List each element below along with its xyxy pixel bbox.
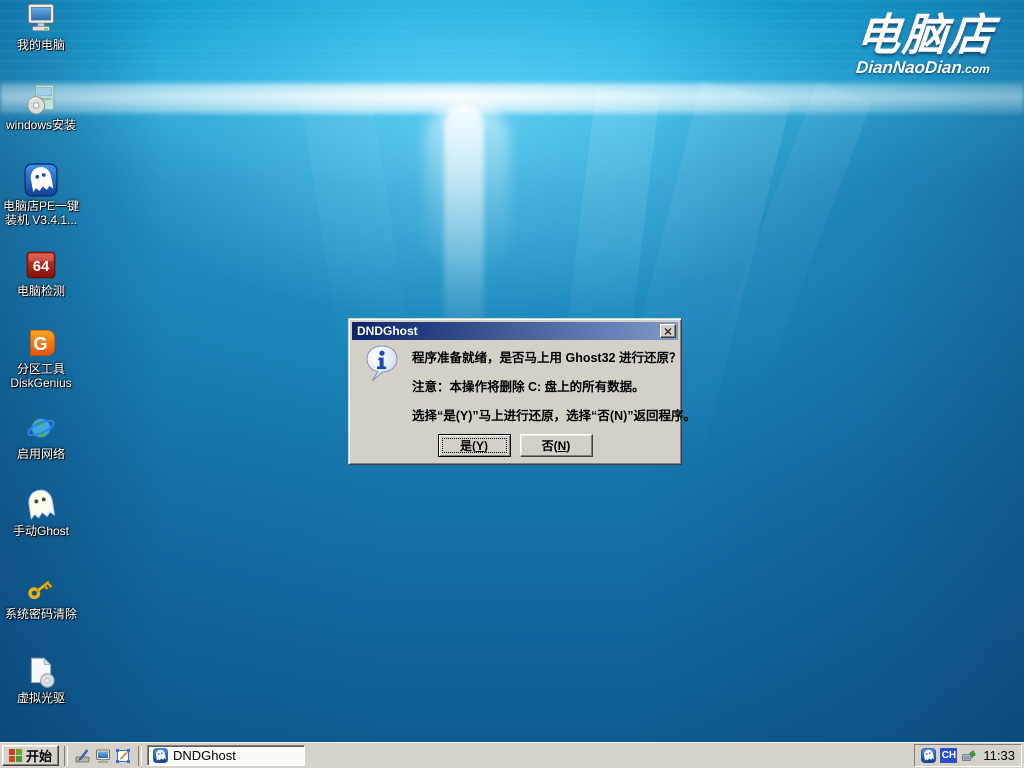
notepad-edit-icon (115, 748, 131, 764)
dialog-titlebar[interactable]: DNDGhost (352, 322, 678, 340)
pc-check-64-icon: 64 (24, 248, 58, 282)
taskbar-separator (64, 746, 68, 766)
no-button[interactable]: 否(N) (520, 434, 593, 457)
svg-text:G: G (33, 334, 47, 354)
brand-logo-title: 电脑店 (855, 12, 997, 60)
network-globe-icon (24, 411, 58, 445)
brand-logo: 电脑店 DianNaoDian.com (853, 12, 997, 77)
language-indicator[interactable]: CH (940, 748, 957, 763)
taskbar: 开始 DNDGhost CH (0, 742, 1024, 768)
clock[interactable]: 11:33 (983, 748, 1015, 763)
wallpaper-bubble-stream (425, 100, 510, 275)
close-icon (664, 328, 672, 335)
yes-button[interactable]: 是(Y) (438, 434, 511, 457)
start-icon (9, 749, 22, 762)
close-button[interactable] (660, 324, 676, 338)
desktop-icon-label: 电脑店PE一键 装机 V3.4.1... (3, 199, 79, 227)
tray-ghost-icon[interactable] (921, 748, 936, 763)
my-computer-icon (24, 2, 58, 36)
dialog-button-row: 是(Y) 否(N) (352, 434, 678, 457)
task-button-label: DNDGhost (173, 748, 236, 763)
desktop-icon-windows-install[interactable]: windows安装 (0, 82, 82, 132)
wallpaper-foam-band (0, 83, 1024, 114)
desktop-icon-diskgenius[interactable]: G 分区工具 DiskGenius (0, 326, 82, 390)
svg-text:64: 64 (33, 259, 50, 275)
desktop-icon-label: 虚拟光驱 (17, 691, 65, 705)
desktop-icon-my-computer[interactable]: 我的电脑 (0, 2, 82, 52)
desktop-icon-enable-network[interactable]: 启用网络 (0, 411, 82, 461)
white-ghost-icon (24, 488, 58, 522)
dialog-body: 程序准备就绪，是否马上用 Ghost32 进行还原？ 注意：本操作将删除 C: … (352, 340, 678, 461)
desktop-icon-password-clear[interactable]: 系统密码清除 (0, 571, 82, 621)
desktop-icon-label: 系统密码清除 (5, 607, 77, 621)
info-icon (365, 345, 399, 385)
desktop-icon-label: windows安装 (6, 118, 76, 132)
quicklaunch-editor-button[interactable] (113, 746, 133, 766)
dndghost-dialog: DNDGhost 程序准备就绪，是否马上用 Ghost32 进行还原？ 注意：本… (348, 318, 682, 465)
start-label: 开始 (26, 746, 52, 765)
dialog-message-line: 程序准备就绪，是否马上用 Ghost32 进行还原？ (412, 347, 681, 366)
system-tray: CH 11:33 (914, 744, 1022, 767)
monitor-icon (95, 748, 111, 764)
task-button-dndghost[interactable]: DNDGhost (147, 745, 305, 766)
dialog-message-line: 选择“是(Y)”马上进行还原，选择“否(N)”返回程序。 (412, 405, 696, 424)
ghost-tile-icon (24, 163, 58, 197)
taskbar-separator (138, 746, 142, 766)
desktop-icon-pc-check[interactable]: 64 电脑检测 (0, 248, 82, 298)
show-desktop-icon (75, 748, 91, 764)
dialog-message-line: 注意：本操作将删除 C: 盘上的所有数据。 (412, 376, 645, 395)
quicklaunch-show-desktop-button[interactable] (73, 746, 93, 766)
desktop-icon-label: 启用网络 (17, 447, 65, 461)
dialog-title: DNDGhost (357, 324, 660, 338)
desktop-icon-label: 手动Ghost (13, 524, 69, 538)
light-ray (675, 82, 872, 476)
brand-logo-domain: DianNaoDian.com (853, 60, 992, 77)
ghost-tile-icon (153, 748, 168, 763)
start-button[interactable]: 开始 (2, 745, 59, 766)
desktop-icon-manual-ghost[interactable]: 手动Ghost (0, 488, 82, 538)
document-disc-icon (24, 655, 58, 689)
desktop-icon-pe-one-key-install[interactable]: 电脑店PE一键 装机 V3.4.1... (0, 163, 82, 227)
desktop-icon-label: 电脑检测 (17, 284, 65, 298)
key-icon (24, 571, 58, 605)
desktop-icon-label: 我的电脑 (17, 38, 65, 52)
quicklaunch-computer-button[interactable] (93, 746, 113, 766)
diskgenius-icon: G (24, 326, 58, 360)
safely-remove-hardware-icon[interactable] (961, 748, 976, 763)
software-box-disc-icon (24, 82, 58, 116)
desktop-icon-label: 分区工具 DiskGenius (10, 362, 71, 390)
desktop-icon-virtual-cdrom[interactable]: 虚拟光驱 (0, 655, 82, 705)
